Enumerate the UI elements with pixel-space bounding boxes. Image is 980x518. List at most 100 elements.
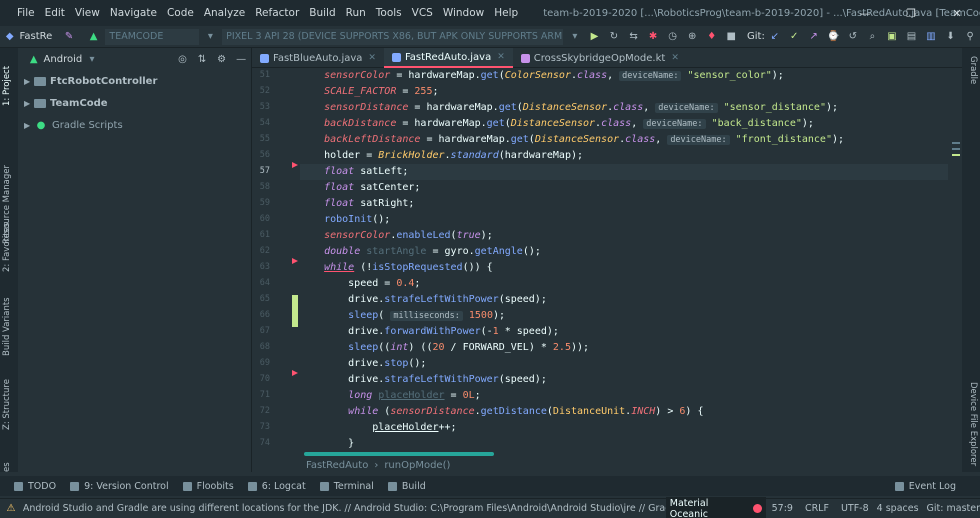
tree-item-teamcode[interactable]: ▶ TeamCode bbox=[18, 92, 251, 114]
locate-icon[interactable]: ◎ bbox=[176, 52, 190, 66]
tool-tab-captures[interactable]: es bbox=[2, 462, 12, 472]
tree-item-gradle-scripts[interactable]: ▶ ● Gradle Scripts bbox=[18, 114, 251, 136]
error-stripe-marker[interactable] bbox=[952, 154, 960, 156]
menu-edit[interactable]: Edit bbox=[40, 7, 70, 19]
search-everywhere-icon[interactable]: ⌕ bbox=[866, 30, 880, 44]
stop-icon[interactable]: ■ bbox=[724, 30, 738, 44]
close-icon[interactable]: ✕ bbox=[497, 52, 505, 62]
tool-tab-build-variants[interactable]: Build Variants bbox=[2, 297, 12, 356]
settings-gear-icon[interactable]: ⚙ bbox=[215, 52, 229, 66]
coverage-icon[interactable]: ⊕ bbox=[685, 30, 699, 44]
layout-inspector-icon[interactable]: ▤ bbox=[905, 30, 919, 44]
tool-window-todo[interactable]: TODO bbox=[14, 481, 56, 492]
breakpoint-marker-icon[interactable] bbox=[292, 370, 298, 376]
close-button[interactable]: ✕ bbox=[934, 0, 980, 26]
event-log-button[interactable]: Event Log bbox=[894, 481, 956, 492]
breadcrumb-class[interactable]: FastRedAuto bbox=[306, 460, 368, 471]
collapse-icon[interactable]: ⇅ bbox=[195, 52, 209, 66]
tool-window-floobits[interactable]: Floobits bbox=[182, 481, 234, 492]
git-push-icon[interactable]: ↗ bbox=[807, 30, 821, 44]
tool-window-terminal[interactable]: Terminal bbox=[319, 481, 374, 492]
chevron-down-icon[interactable]: ▾ bbox=[204, 30, 218, 44]
horizontal-scrollbar[interactable] bbox=[304, 452, 494, 456]
warning-icon[interactable]: ⚠ bbox=[4, 502, 18, 516]
menu-view[interactable]: View bbox=[70, 7, 105, 19]
attach-debugger-icon[interactable]: ♦ bbox=[705, 30, 719, 44]
string-literal: "front_distance" bbox=[735, 134, 832, 145]
floobits-icon bbox=[182, 481, 192, 491]
debug-icon[interactable]: ✱ bbox=[646, 30, 660, 44]
tab-fastblueauto[interactable]: FastBlueAuto.java ✕ bbox=[252, 48, 384, 68]
line-number: 74 bbox=[259, 438, 270, 448]
code-line: drive.forwardWithPower(-1 * speed); bbox=[300, 326, 559, 337]
line-separator[interactable]: CRLF bbox=[805, 503, 829, 514]
editor-tabs: FastBlueAuto.java ✕ FastRedAuto.java ✕ C… bbox=[252, 48, 962, 68]
module-icon: ◆ bbox=[5, 31, 14, 42]
git-commit-icon[interactable]: ✓ bbox=[787, 30, 801, 44]
view-chevron-icon[interactable]: ▾ bbox=[85, 52, 99, 66]
tool-tab-device-file-explorer[interactable]: Device File Explorer bbox=[968, 382, 978, 466]
menu-tools[interactable]: Tools bbox=[371, 7, 407, 19]
tool-window-version-control[interactable]: 9: Version Control bbox=[70, 481, 169, 492]
line-number: 55 bbox=[259, 134, 270, 144]
git-rollback-icon[interactable]: ↺ bbox=[846, 30, 860, 44]
run-config-select[interactable]: TEAMCODE bbox=[105, 28, 199, 45]
tool-tab-project[interactable]: 1: Project bbox=[2, 66, 12, 106]
indent-setting[interactable]: 4 spaces bbox=[877, 503, 919, 514]
breadcrumb-method[interactable]: runOpMode() bbox=[384, 460, 450, 471]
code-breadcrumb: FastRedAuto › runOpMode() bbox=[300, 458, 962, 472]
caret-position[interactable]: 57:9 bbox=[772, 503, 793, 514]
device-chevron-icon[interactable]: ▾ bbox=[568, 30, 582, 44]
tool-window-label: Build bbox=[401, 480, 426, 492]
device-select[interactable]: PIXEL 3 API 28 (DEVICE SUPPORTS X86, BUT… bbox=[222, 28, 564, 45]
profile-icon[interactable]: ◷ bbox=[666, 30, 680, 44]
menu-window[interactable]: Window bbox=[438, 7, 489, 19]
tab-fastredauto[interactable]: FastRedAuto.java ✕ bbox=[383, 48, 513, 68]
terminal-icon[interactable]: ▣ bbox=[885, 30, 899, 44]
tree-item-ftcrobotcontroller[interactable]: ▶ FtcRobotController bbox=[18, 70, 251, 92]
theme-indicator[interactable]: Material Oceanic bbox=[665, 496, 766, 518]
tab-crossskybridgeopmode[interactable]: CrossSkybridgeOpMode.kt ✕ bbox=[513, 48, 687, 68]
menu-refactor[interactable]: Refactor bbox=[250, 7, 304, 19]
sdk-manager-icon[interactable]: ⬇ bbox=[944, 30, 958, 44]
git-history-icon[interactable]: ⌚ bbox=[827, 30, 841, 44]
minimize-button[interactable]: — bbox=[842, 0, 888, 26]
search-icon[interactable]: ⚲ bbox=[963, 30, 977, 44]
hammer-icon[interactable]: ✎ bbox=[62, 30, 76, 44]
apply-changes-icon[interactable]: ↻ bbox=[607, 30, 621, 44]
menu-build[interactable]: Build bbox=[304, 7, 340, 19]
menu-navigate[interactable]: Navigate bbox=[105, 7, 162, 19]
run-icon[interactable]: ▶ bbox=[588, 30, 602, 44]
menu-vcs[interactable]: VCS bbox=[407, 7, 438, 19]
vcs-change-marker[interactable] bbox=[292, 295, 298, 327]
line-number: 66 bbox=[259, 310, 270, 320]
tool-tab-favorites[interactable]: 2: Favorites bbox=[2, 223, 12, 272]
code-editor[interactable]: sensorColor = hardwareMap.get(ColorSenso… bbox=[300, 68, 948, 456]
file-encoding[interactable]: UTF-8 bbox=[841, 503, 869, 514]
vcs-icon bbox=[70, 481, 80, 491]
menu-code[interactable]: Code bbox=[162, 7, 199, 19]
git-update-icon[interactable]: ↙ bbox=[768, 30, 782, 44]
git-branch[interactable]: Git: master bbox=[927, 503, 980, 514]
error-stripe-marker[interactable] bbox=[952, 142, 960, 144]
tool-tab-gradle[interactable]: Gradle bbox=[968, 56, 978, 84]
error-stripe-marker[interactable] bbox=[952, 148, 960, 150]
caret-right-icon: ▶ bbox=[24, 98, 31, 108]
menu-run[interactable]: Run bbox=[341, 7, 371, 19]
apply-code-icon[interactable]: ⇆ bbox=[627, 30, 641, 44]
close-icon[interactable]: ✕ bbox=[368, 53, 376, 63]
tool-tab-structure[interactable]: Z: Structure bbox=[2, 379, 12, 430]
menu-analyze[interactable]: Analyze bbox=[199, 7, 250, 19]
maximize-button[interactable]: ❐ bbox=[888, 0, 934, 26]
hide-icon[interactable]: — bbox=[234, 52, 248, 66]
tool-window-logcat[interactable]: 6: Logcat bbox=[247, 481, 306, 492]
breakpoint-marker-icon[interactable] bbox=[292, 162, 298, 168]
nav-breadcrumb[interactable]: FastRe bbox=[20, 31, 53, 42]
status-message[interactable]: Android Studio and Gradle are using diff… bbox=[23, 503, 666, 514]
tool-window-build[interactable]: Build bbox=[387, 480, 426, 492]
breakpoint-marker-icon[interactable] bbox=[292, 258, 298, 264]
avd-manager-icon[interactable]: ▥ bbox=[924, 30, 938, 44]
menu-help[interactable]: Help bbox=[489, 7, 523, 19]
close-icon[interactable]: ✕ bbox=[671, 53, 679, 63]
project-view-select[interactable]: Android bbox=[44, 54, 83, 65]
